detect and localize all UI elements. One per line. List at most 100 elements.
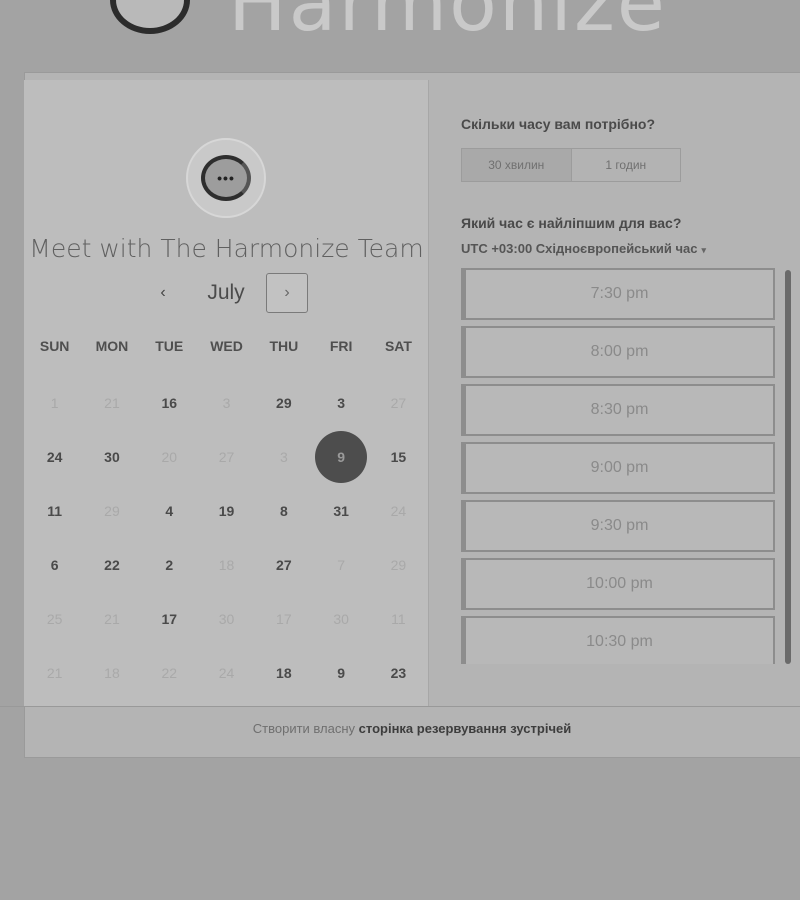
duration-option[interactable]: 1 годин — [572, 149, 681, 181]
calendar-day-number: 6 — [50, 557, 59, 573]
calendar-day[interactable]: 6 — [26, 538, 83, 592]
calendar-day[interactable]: 2 — [141, 538, 198, 592]
calendar-day: 3 — [198, 376, 255, 430]
prev-month-button[interactable]: ‹ — [150, 280, 176, 306]
calendar-day-number: 3 — [222, 395, 231, 411]
calendar-day[interactable]: 18 — [255, 646, 312, 700]
calendar-day: 20 — [141, 430, 198, 484]
calendar-day-number: 20 — [161, 449, 178, 465]
calendar-day-number: 22 — [104, 557, 120, 573]
slot-list-scrollbar[interactable] — [785, 270, 791, 664]
calendar-day[interactable]: 27 — [255, 538, 312, 592]
time-slot-button[interactable]: 9:00 pm — [461, 442, 775, 494]
calendar-day[interactable]: 31 — [312, 484, 369, 538]
booking-panel: Скільки часу вам потрібно? 30 хвилин 1 го… — [430, 80, 800, 706]
calendar-day-number: 24 — [390, 503, 407, 519]
calendar-day-selected[interactable]: 9 — [312, 430, 369, 484]
calendar-day: 21 — [83, 592, 140, 646]
time-slot-button[interactable]: 9:30 pm — [461, 500, 775, 552]
calendar-day[interactable]: 30 — [83, 430, 140, 484]
calendar-day: 1 — [26, 376, 83, 430]
time-slot-button[interactable]: 10:00 pm — [461, 558, 775, 610]
calendar-panel: ••• Meet with The Harmonize Team ‹ July … — [24, 80, 429, 706]
calendar-day-number: 23 — [390, 665, 407, 681]
calendar-day-number: 24 — [46, 449, 63, 465]
meeting-title: Meet with The Harmonize Team — [29, 234, 424, 263]
time-slot-button[interactable]: 7:30 pm — [461, 268, 775, 320]
calendar-day-number: 8 — [279, 503, 288, 519]
weekday-label: SUN — [39, 338, 70, 354]
calendar-day-number: 31 — [333, 503, 349, 519]
calendar-day[interactable]: 11 — [26, 484, 83, 538]
calendar-day-number: 9 — [315, 431, 368, 483]
next-month-button[interactable]: › — [266, 273, 308, 313]
month-label: July — [207, 281, 245, 304]
calendar-day-number: 30 — [333, 611, 349, 627]
calendar-day[interactable]: 3 — [312, 376, 369, 430]
calendar-day-number: 15 — [390, 449, 407, 465]
calendar-day-number: 21 — [104, 611, 120, 627]
calendar-day-number: 16 — [161, 395, 178, 411]
calendar-day-number: 21 — [104, 395, 120, 411]
time-slot-button[interactable]: 10:30 pm — [461, 616, 775, 664]
calendar-day-number: 22 — [161, 665, 178, 681]
weekday-label: THU — [269, 338, 299, 354]
calendar-day-number: 7 — [337, 557, 346, 573]
calendar-day: 24 — [370, 484, 427, 538]
calendar-day-number: 29 — [104, 503, 120, 519]
weekday-label: WED — [210, 338, 243, 354]
calendar-day[interactable]: 16 — [141, 376, 198, 430]
calendar-day[interactable]: 17 — [141, 592, 198, 646]
calendar-grid: 1 21 16 3 29 3 27 24 30 20 27 3 9 15 11 29 4 19 8 31 24 6 22 2 1… — [26, 376, 429, 700]
calendar-day-number: 29 — [390, 557, 407, 573]
calendar-day[interactable]: 8 — [255, 484, 312, 538]
calendar-day[interactable]: 24 — [26, 430, 83, 484]
calendar-day[interactable]: 19 — [198, 484, 255, 538]
calendar-day-number: 9 — [337, 665, 346, 681]
time-slot-button[interactable]: 8:00 pm — [461, 326, 775, 378]
calendar-day: 27 — [370, 376, 427, 430]
calendar-day-number: 25 — [46, 611, 63, 627]
calendar-day: 25 — [26, 592, 83, 646]
calendar-day-number: 19 — [218, 503, 235, 519]
time-slot-list: 7:30 pm 8:00 pm 8:30 pm 9:00 pm 9:30 pm 10:00… — [461, 268, 791, 664]
duration-selector: 30 хвилин 1 годин — [461, 148, 681, 182]
calendar-day-number: 17 — [161, 611, 178, 627]
calendar-day[interactable]: 15 — [370, 430, 427, 484]
calendar-day: 11 — [370, 592, 427, 646]
avatar: ••• — [186, 138, 266, 218]
calendar-day[interactable]: 9 — [312, 646, 369, 700]
weekday-label: SAT — [384, 338, 412, 354]
calendar-day-number: 3 — [279, 449, 288, 465]
calendar-day: 24 — [198, 646, 255, 700]
calendar-day-number: 17 — [276, 611, 292, 627]
duration-question: Скільки часу вам потрібно? — [461, 116, 656, 132]
chat-bubble-icon: ••• — [201, 155, 251, 201]
calendar-day: 18 — [198, 538, 255, 592]
calendar-day[interactable]: 23 — [370, 646, 427, 700]
time-question: Який час є найліпшим для вас? — [461, 215, 682, 231]
time-slot-button[interactable]: 8:30 pm — [461, 384, 775, 436]
weekday-label: FRI — [329, 338, 353, 354]
calendar-day-number: 1 — [50, 395, 59, 411]
calendar-day[interactable]: 29 — [255, 376, 312, 430]
calendar-day: 18 — [83, 646, 140, 700]
calendar-day: 29 — [370, 538, 427, 592]
calendar-day-number: 27 — [276, 557, 292, 573]
divider — [0, 706, 800, 707]
calendar-day-number: 18 — [276, 665, 292, 681]
calendar-day-number: 27 — [218, 449, 235, 465]
calendar-day-number: 30 — [104, 449, 120, 465]
calendar-day-number: 4 — [165, 503, 174, 519]
calendar-day: 30 — [198, 592, 255, 646]
create-booking-page-link[interactable]: сторінка резервування зустрічей — [359, 721, 572, 736]
calendar-day: 21 — [83, 376, 140, 430]
calendar-day-number: 18 — [218, 557, 235, 573]
calendar-day[interactable]: 4 — [141, 484, 198, 538]
calendar-day-number: 21 — [46, 665, 63, 681]
calendar-day: 21 — [26, 646, 83, 700]
timezone-selector[interactable]: UTC +03:00 Східноєвропейський час ▾ — [461, 241, 706, 256]
calendar-day[interactable]: 22 — [83, 538, 140, 592]
calendar-day-number: 11 — [391, 611, 406, 627]
duration-option[interactable]: 30 хвилин — [462, 149, 572, 181]
